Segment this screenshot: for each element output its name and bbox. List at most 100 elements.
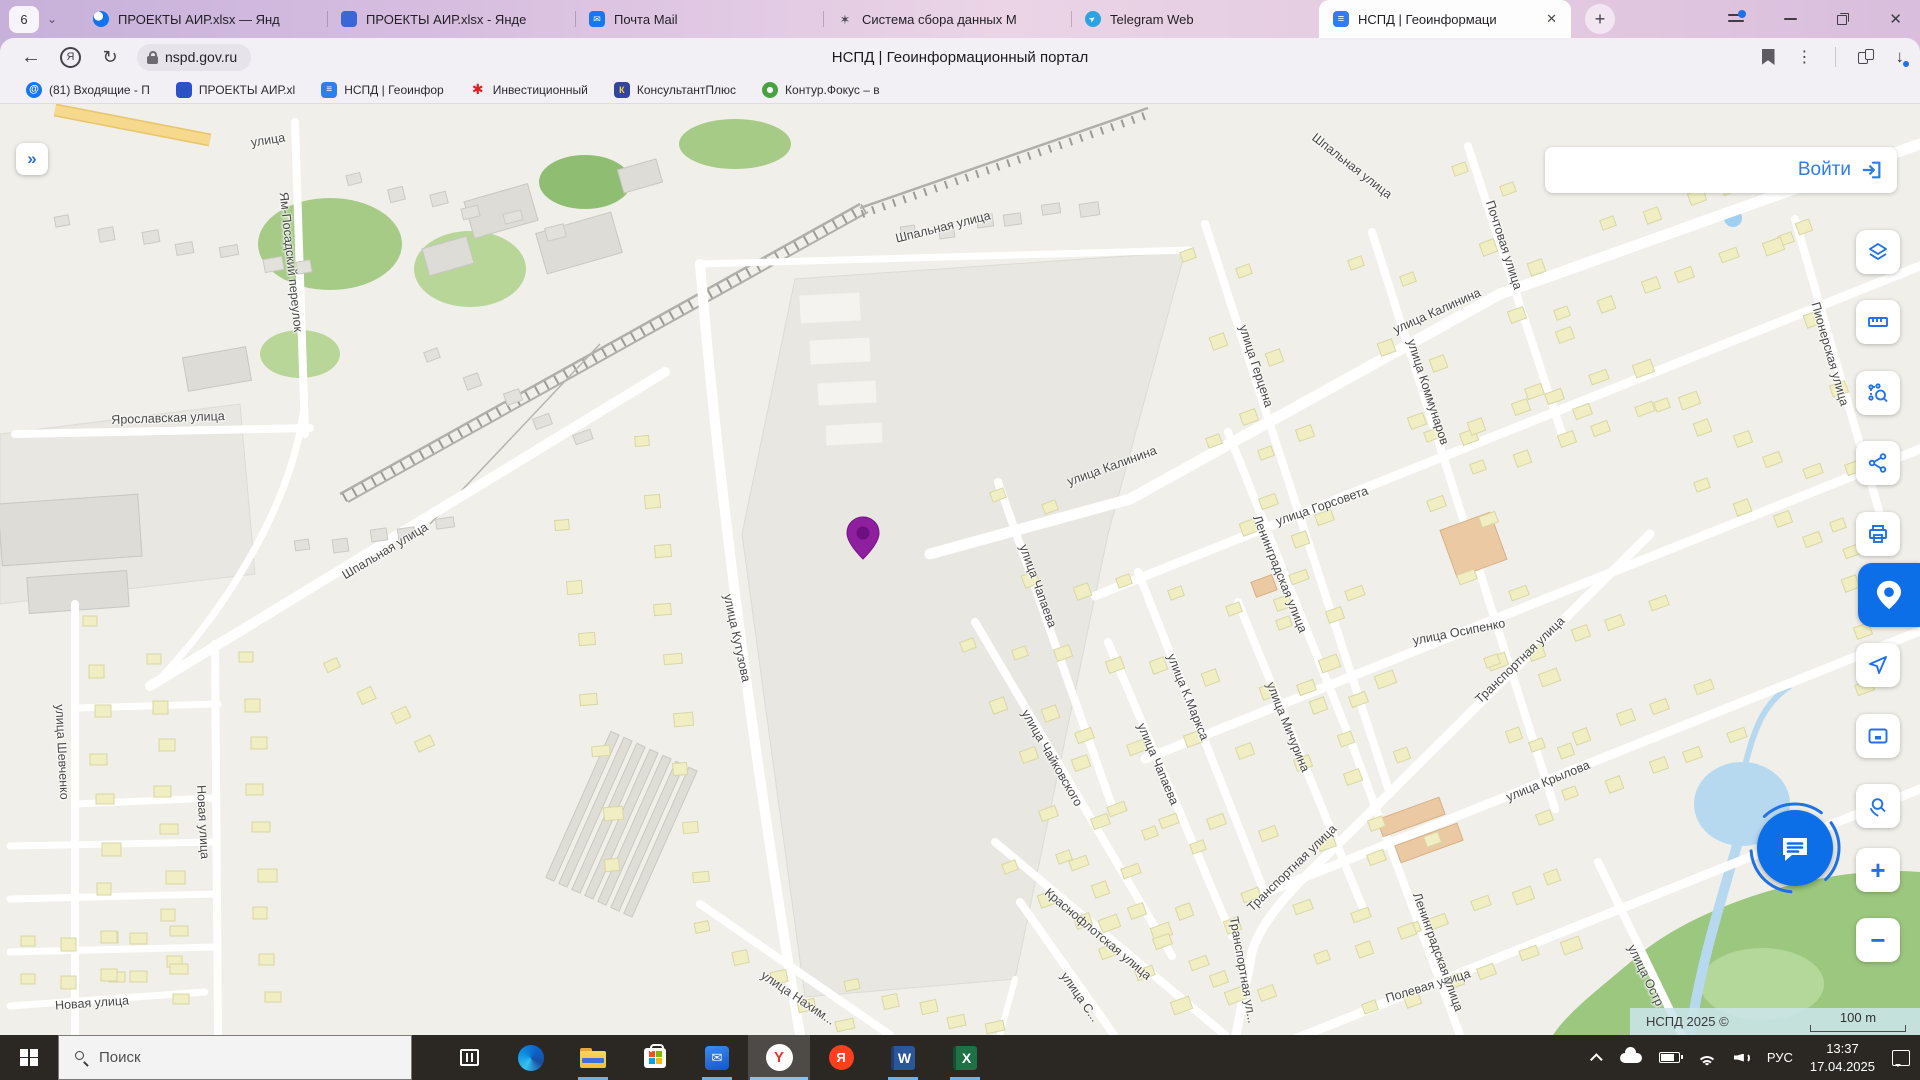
browser-tab[interactable]: ≡ НСПД | Геоинформаци ✕ xyxy=(1319,0,1571,38)
bookmark-item[interactable]: ≡ НСПД | Геоинфор xyxy=(321,82,443,98)
taskbar-edge[interactable] xyxy=(500,1035,562,1080)
tab-list-chevron-icon[interactable]: ⌄ xyxy=(39,6,65,32)
map-canvas[interactable]: Шпальная улицаШпальная улицаПочтовая ули… xyxy=(0,104,1920,1035)
yandex-icon: Я xyxy=(829,1045,854,1070)
word-icon: W xyxy=(891,1046,915,1070)
zoom-in-button[interactable]: + xyxy=(1856,848,1900,892)
bookmark-item[interactable]: К КонсультантПлюс xyxy=(614,82,736,98)
object-search-icon xyxy=(1866,381,1890,405)
tray-date: 17.04.2025 xyxy=(1810,1058,1875,1076)
chat-widget[interactable] xyxy=(1747,800,1843,896)
ruler-button[interactable] xyxy=(1856,300,1900,344)
yandex-docs-icon xyxy=(341,11,357,27)
taskbar-store[interactable] xyxy=(624,1035,686,1080)
wifi-icon[interactable] xyxy=(1697,1051,1717,1065)
ruler-icon xyxy=(1866,310,1890,334)
browser-toolbar: ← Я ↻ nspd.gov.ru НСПД | Геоинформационн… xyxy=(0,38,1920,76)
object-search-button[interactable] xyxy=(1856,371,1900,415)
nspd-icon: ≡ xyxy=(1333,11,1349,27)
map-pin[interactable] xyxy=(846,516,880,560)
clock[interactable]: 13:37 17.04.2025 xyxy=(1810,1040,1875,1075)
taskbar-mail[interactable]: ✉ xyxy=(686,1035,748,1080)
battery-icon[interactable] xyxy=(1659,1052,1680,1063)
browser-menu-icon[interactable] xyxy=(1728,13,1744,25)
layers-button[interactable] xyxy=(1856,230,1900,274)
toolbar-actions: ⋮ ↓ xyxy=(1762,38,1905,76)
bookmarks-bar: @(81) Входящие - П ПРОЕКТЫ АИР.xl ≡ НСПД | … xyxy=(0,76,1920,104)
file-explorer-icon xyxy=(580,1048,606,1068)
system-tray: РУС 13:37 17.04.2025 xyxy=(1594,1035,1920,1080)
bookmark-item[interactable]: Контур.Фокус – в xyxy=(762,82,880,98)
consultant-icon: К xyxy=(614,82,630,98)
pin-search-button[interactable] xyxy=(1856,784,1900,828)
page-title: НСПД | Геоинформационный портал xyxy=(832,49,1088,66)
browser-tab[interactable]: ПРОЕКТЫ АИР.xlsx — Янд xyxy=(79,0,327,38)
address-bar[interactable]: nspd.gov.ru xyxy=(137,44,251,71)
start-button[interactable] xyxy=(0,1035,58,1080)
bookmark-item[interactable]: ПРОЕКТЫ АИР.xl xyxy=(176,82,295,98)
tab-label: Система сбора данных М xyxy=(862,12,1059,27)
browser-tab-bar: 6 ⌄ ПРОЕКТЫ АИР.xlsx — ЯндПРОЕКТЫ АИР.xl… xyxy=(0,0,1920,38)
window-controls: ✕ xyxy=(1728,0,1902,38)
taskbar-search[interactable]: Поиск xyxy=(58,1035,412,1080)
taskbar-yandex[interactable]: Я xyxy=(810,1035,872,1080)
share-icon xyxy=(1866,451,1890,475)
bookmark-item[interactable]: ✱Инвестиционный xyxy=(470,82,588,98)
notification-center-icon[interactable] xyxy=(1892,1050,1910,1066)
tab-counter-button[interactable]: 6 xyxy=(9,6,39,33)
nspd-icon: ≡ xyxy=(321,82,337,98)
assistant-icon xyxy=(1872,578,1906,612)
mailru-icon: ✉ xyxy=(589,11,605,27)
reload-button[interactable]: ↻ xyxy=(93,47,127,68)
window-close-button[interactable]: ✕ xyxy=(1889,12,1902,27)
browser-tab[interactable]: ✉Почта Mail xyxy=(575,0,823,38)
bookmark-label: КонсультантПлюс xyxy=(637,83,736,97)
login-label: Войти xyxy=(1798,159,1851,181)
tab-label: НСПД | Геоинформаци xyxy=(1358,12,1535,27)
taskbar-yandex-browser[interactable]: Y xyxy=(748,1035,810,1080)
task-view-button[interactable] xyxy=(438,1035,500,1080)
window-minimize-button[interactable] xyxy=(1784,18,1797,20)
lock-icon xyxy=(147,51,158,64)
bookmark-item[interactable]: @(81) Входящие - П xyxy=(26,82,150,98)
zoom-out-button[interactable]: − xyxy=(1856,918,1900,962)
tab-strip: ПРОЕКТЫ АИР.xlsx — ЯндПРОЕКТЫ АИР.xlsx -… xyxy=(79,0,1571,38)
map-attribution-bar: НСПД 2025 © 100 m xyxy=(1630,1008,1920,1035)
taskbar-excel[interactable]: X xyxy=(934,1035,996,1080)
tray-chevron-icon[interactable] xyxy=(1590,1053,1603,1066)
print-button[interactable] xyxy=(1856,512,1900,556)
scale-bar: 100 m xyxy=(1810,1011,1906,1032)
bookmark-ic[interactable] xyxy=(1762,49,1775,65)
collections-icon[interactable] xyxy=(1858,49,1874,65)
browser-tab[interactable]: ➤Telegram Web xyxy=(1071,0,1319,38)
yandex-logo-icon[interactable]: Я xyxy=(60,47,81,68)
login-panel[interactable]: Войти xyxy=(1545,147,1897,193)
language-indicator[interactable]: РУС xyxy=(1767,1050,1793,1065)
locate-button[interactable] xyxy=(1856,643,1900,687)
bookmark-label: Контур.Фокус – в xyxy=(785,83,880,97)
bookmark-label: НСПД | Геоинфор xyxy=(344,83,443,97)
sidebar-expand-button[interactable]: » xyxy=(16,143,48,175)
search-placeholder: Поиск xyxy=(99,1049,141,1066)
windows-logo-icon xyxy=(20,1049,38,1067)
downloads-icon[interactable]: ↓ xyxy=(1896,47,1905,67)
new-tab-button[interactable]: + xyxy=(1585,4,1615,34)
window-restore-button[interactable] xyxy=(1837,13,1849,25)
minimap-button[interactable] xyxy=(1856,714,1900,758)
telegram-icon: ➤ xyxy=(1085,11,1101,27)
share-button[interactable] xyxy=(1856,441,1900,485)
volume-icon[interactable] xyxy=(1734,1051,1750,1065)
back-button[interactable]: ← xyxy=(14,46,48,69)
yandex-disk-icon xyxy=(93,11,109,27)
assistant-button[interactable] xyxy=(1858,563,1920,627)
onedrive-icon[interactable] xyxy=(1620,1053,1642,1063)
tab-close-icon[interactable]: ✕ xyxy=(1544,11,1559,27)
chat-button[interactable] xyxy=(1757,810,1833,886)
taskbar-explorer[interactable] xyxy=(562,1035,624,1080)
url-text: nspd.gov.ru xyxy=(165,49,237,65)
browser-tab[interactable]: ПРОЕКТЫ АИР.xlsx - Янде xyxy=(327,0,575,38)
navigation-arrow-icon xyxy=(1866,653,1890,677)
taskbar-word[interactable]: W xyxy=(872,1035,934,1080)
browser-tab[interactable]: ✶Система сбора данных М xyxy=(823,0,1071,38)
more-options-icon[interactable]: ⋮ xyxy=(1797,47,1813,67)
